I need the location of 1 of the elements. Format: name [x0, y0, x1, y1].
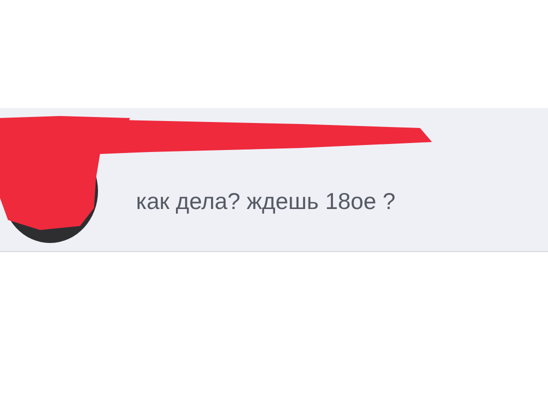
message-preview: как дела? ждешь 18ое ?: [136, 188, 396, 215]
